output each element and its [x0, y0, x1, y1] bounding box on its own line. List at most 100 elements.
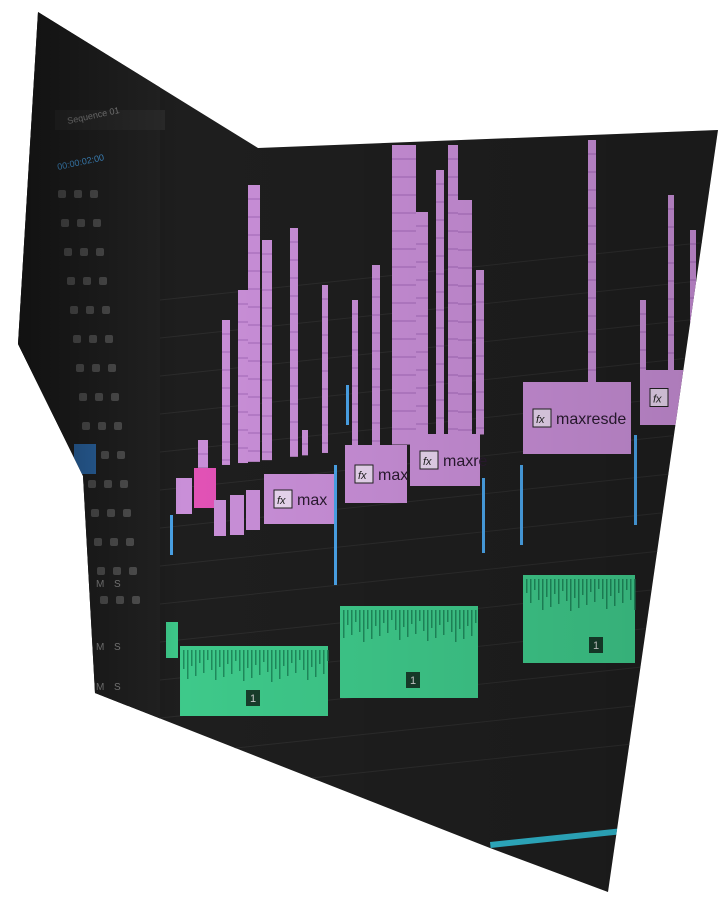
video-clip-stack[interactable]	[238, 290, 248, 464]
eye-icon[interactable]	[79, 393, 87, 401]
lock-icon[interactable]	[101, 451, 109, 459]
eye-icon[interactable]	[76, 364, 84, 372]
lock-icon[interactable]	[104, 480, 112, 488]
toggle-icon[interactable]	[114, 422, 122, 430]
lock-icon[interactable]	[116, 596, 124, 604]
toggle-icon[interactable]	[132, 596, 140, 604]
lock-icon[interactable]	[107, 509, 115, 517]
eye-icon[interactable]	[67, 277, 75, 285]
video-clip-stack[interactable]	[448, 145, 458, 438]
mute-button[interactable]: M	[96, 642, 104, 653]
lock-icon[interactable]	[80, 248, 88, 256]
video-clip-stack[interactable]	[352, 300, 358, 450]
video-clip-stack[interactable]	[690, 230, 696, 409]
fx-video-clip[interactable]: fx	[640, 370, 700, 425]
lock-icon[interactable]	[77, 219, 85, 227]
waveform-bar	[566, 579, 568, 601]
video-clip[interactable]	[246, 490, 260, 530]
solo-button[interactable]: S	[114, 682, 121, 693]
toggle-icon[interactable]	[129, 567, 137, 575]
toggle-icon[interactable]	[120, 480, 128, 488]
waveform-bar	[319, 650, 321, 664]
fx-video-clip[interactable]: fx maxresde	[523, 382, 631, 454]
waveform-bar	[307, 650, 309, 680]
eye-icon[interactable]	[61, 219, 69, 227]
waveform-bar	[558, 579, 560, 604]
lock-icon[interactable]	[110, 538, 118, 546]
fx-video-clip[interactable]: fx maxi	[345, 445, 412, 503]
video-clip-stack[interactable]	[248, 185, 260, 462]
audio-clip[interactable]: 1	[180, 646, 329, 716]
lock-icon[interactable]	[95, 393, 103, 401]
fx-video-clip[interactable]: fx max	[264, 474, 334, 524]
eye-icon[interactable]	[91, 509, 99, 517]
eye-icon[interactable]	[94, 538, 102, 546]
video-clip[interactable]	[176, 478, 192, 514]
waveform-bar	[435, 610, 437, 638]
video-clip-stack[interactable]	[392, 145, 416, 445]
eye-icon[interactable]	[70, 306, 78, 314]
toggle-icon[interactable]	[102, 306, 110, 314]
mute-button[interactable]: M	[96, 579, 104, 590]
waveform-bar	[586, 579, 588, 605]
audio-clip[interactable]: 1	[523, 575, 636, 663]
lock-icon[interactable]	[74, 190, 82, 198]
waveform-bar	[399, 610, 401, 640]
fx-video-clip[interactable]: fx maxre	[410, 434, 488, 486]
video-clip-stack[interactable]	[302, 430, 308, 456]
lock-icon[interactable]	[86, 306, 94, 314]
video-clip-stack[interactable]	[322, 285, 328, 453]
toggle-icon[interactable]	[93, 219, 101, 227]
video-clip[interactable]	[230, 495, 244, 535]
eye-icon[interactable]	[64, 248, 72, 256]
eye-icon[interactable]	[82, 422, 90, 430]
lock-icon[interactable]	[113, 567, 121, 575]
blue-marker	[520, 465, 523, 545]
waveform-bar	[267, 650, 269, 672]
video-clip-stack[interactable]	[458, 200, 472, 437]
toggle-icon[interactable]	[96, 248, 104, 256]
toggle-icon[interactable]	[99, 277, 107, 285]
toggle-icon[interactable]	[123, 509, 131, 517]
waveform-bar	[215, 650, 217, 680]
toggle-icon[interactable]	[117, 451, 125, 459]
eye-icon[interactable]	[100, 596, 108, 604]
lock-icon[interactable]	[98, 422, 106, 430]
video-clip-stack[interactable]	[222, 320, 230, 465]
waveform-bar	[283, 650, 285, 666]
eye-icon[interactable]	[73, 335, 81, 343]
eye-icon[interactable]	[97, 567, 105, 575]
video-clip-stack[interactable]	[416, 212, 428, 442]
waveform-bar	[411, 610, 413, 624]
video-clip[interactable]	[214, 500, 226, 536]
video-clip[interactable]	[194, 468, 216, 508]
toggle-icon[interactable]	[126, 538, 134, 546]
waveform-bar	[415, 610, 417, 634]
toggle-icon[interactable]	[90, 190, 98, 198]
toggle-icon[interactable]	[108, 364, 116, 372]
audio-clip-small[interactable]	[166, 622, 178, 658]
video-clip-stack[interactable]	[372, 265, 380, 447]
waveform-bar	[542, 579, 544, 610]
waveform-bar	[538, 579, 540, 600]
audio-clip[interactable]: 1	[340, 606, 478, 698]
waveform-bar	[475, 610, 477, 623]
video-clip-stack[interactable]	[436, 170, 444, 440]
track-target-toggle[interactable]	[74, 444, 96, 474]
waveform-bar	[195, 650, 197, 676]
video-clip-stack[interactable]	[588, 140, 596, 422]
toggle-icon[interactable]	[105, 335, 113, 343]
solo-button[interactable]: S	[114, 579, 121, 590]
lock-icon[interactable]	[92, 364, 100, 372]
video-clip-stack[interactable]	[262, 240, 272, 461]
lock-icon[interactable]	[89, 335, 97, 343]
mute-button[interactable]: M	[96, 682, 104, 693]
toggle-icon[interactable]	[111, 393, 119, 401]
eye-icon[interactable]	[88, 480, 96, 488]
solo-button[interactable]: S	[114, 642, 121, 653]
waveform-bar	[594, 579, 596, 602]
waveform-bar	[630, 579, 632, 600]
eye-icon[interactable]	[58, 190, 66, 198]
waveform-bar	[634, 579, 636, 610]
lock-icon[interactable]	[83, 277, 91, 285]
